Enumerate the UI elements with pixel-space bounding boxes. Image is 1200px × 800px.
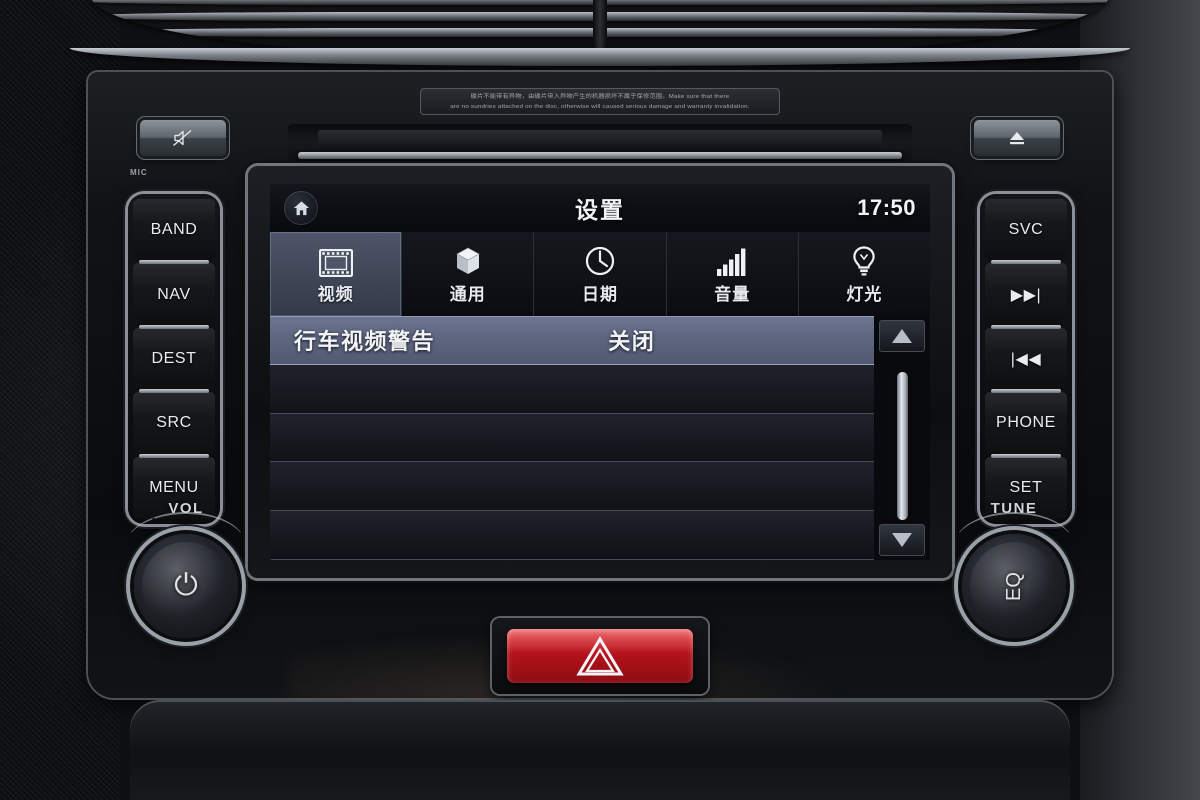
svc-button[interactable]: SVC	[985, 199, 1067, 262]
tab-label-volume: 音量	[714, 285, 751, 304]
signal-bars-icon	[716, 243, 748, 277]
hazard-lights-button[interactable]	[507, 629, 693, 683]
eq-icon: EQ	[1002, 571, 1025, 601]
lightbulb-icon	[849, 243, 879, 277]
tab-general[interactable]: 通用	[402, 232, 535, 316]
tab-label-date: 日期	[582, 285, 618, 304]
table-row[interactable]: 行车视频警告 关闭	[270, 316, 874, 365]
scroll-down-arrow-icon	[892, 533, 912, 547]
settings-tab-row: 视频 通用 日期 音量 灯光	[270, 232, 930, 316]
right-button-stack: SVC ▶▶| |◀◀ PHONE SET	[980, 194, 1072, 524]
tune-eq-knob[interactable]: EQ	[962, 534, 1066, 638]
lcd-display: 设置 17:50 视频 通用 日期 音量 灯光 行车视频警告 关闭	[270, 184, 930, 560]
power-icon: ⏻	[174, 569, 198, 602]
volume-power-knob[interactable]: ⏻	[134, 534, 238, 638]
scrollbar-track[interactable]	[879, 356, 925, 520]
scroll-down-button[interactable]	[879, 524, 925, 556]
warning-triangle-icon	[576, 636, 624, 676]
left-button-stack: BAND NAV DEST SRC MENU	[128, 194, 220, 524]
nav-button[interactable]: NAV	[133, 260, 215, 326]
eject-icon	[1010, 132, 1024, 145]
home-button[interactable]	[284, 191, 318, 225]
tab-lights[interactable]: 灯光	[798, 232, 930, 316]
volume-knob-assembly: VOL ⏻	[118, 500, 254, 652]
tab-video[interactable]: 视频	[270, 232, 403, 316]
mute-button[interactable]	[140, 120, 226, 156]
tab-label-video: 视频	[317, 285, 354, 304]
tab-label-lights: 灯光	[846, 285, 883, 304]
table-row[interactable]	[270, 364, 874, 414]
scroll-up-arrow-icon	[892, 329, 912, 343]
settings-list-area: 行车视频警告 关闭	[270, 316, 930, 560]
setting-label: 行车视频警告	[294, 328, 436, 354]
head-unit-chassis: 碟片不能带有异物，由碟片带入异物产生的机器损坏不属于保修范围。Make sure…	[88, 72, 1112, 752]
scrollbar-thumb[interactable]	[896, 372, 908, 520]
eject-button[interactable]	[974, 120, 1060, 156]
clock-icon	[584, 243, 616, 277]
home-icon	[293, 200, 309, 215]
disc-warning-line-2: are no sundries attached on the disc, ot…	[450, 102, 750, 110]
phone-button[interactable]: PHONE	[985, 389, 1067, 455]
tab-volume[interactable]: 音量	[666, 232, 799, 316]
page-title: 设置	[575, 197, 625, 223]
cube-icon	[452, 243, 484, 277]
scroll-up-button[interactable]	[879, 320, 925, 352]
mic-label: MIC	[130, 168, 148, 177]
previous-track-button[interactable]: |◀◀	[985, 324, 1067, 391]
next-track-button[interactable]: ▶▶|	[985, 260, 1067, 326]
speaker-mute-icon	[173, 130, 192, 146]
lower-console-trim	[130, 700, 1070, 800]
band-button[interactable]: BAND	[133, 199, 215, 262]
tune-knob-assembly: TUNE EQ	[946, 500, 1082, 652]
tab-label-general: 通用	[449, 285, 486, 304]
tab-date[interactable]: 日期	[534, 232, 667, 316]
disc-warning-line-1: 碟片不能带有异物，由碟片带入异物产生的机器损坏不属于保修范围。Make sure…	[470, 93, 730, 100]
screen-header: 设置 17:50	[270, 184, 930, 232]
src-button[interactable]: SRC	[133, 389, 215, 455]
screen-bezel: 设置 17:50 视频 通用 日期 音量 灯光 行车视频警告 关闭	[248, 166, 952, 578]
infotainment-screenshot: 碟片不能带有异物，由碟片带入异物产生的机器损坏不属于保修范围。Make sure…	[0, 0, 1200, 800]
table-row[interactable]	[270, 462, 874, 512]
table-row[interactable]	[270, 413, 874, 463]
disc-slot-mouth	[298, 152, 902, 159]
disc-warning-label: 碟片不能带有异物，由碟片带入异物产生的机器损坏不属于保修范围。Make sure…	[420, 88, 780, 115]
hazard-button-frame	[492, 618, 708, 694]
scrollbar[interactable]	[874, 316, 930, 560]
disc-slot-upper	[318, 130, 882, 150]
table-row[interactable]	[270, 511, 874, 560]
dest-button[interactable]: DEST	[133, 324, 215, 391]
clock-display: 17:50	[857, 195, 916, 220]
settings-list: 行车视频警告 关闭	[270, 316, 874, 560]
setting-value: 关闭	[608, 328, 656, 354]
film-strip-icon	[318, 243, 353, 277]
